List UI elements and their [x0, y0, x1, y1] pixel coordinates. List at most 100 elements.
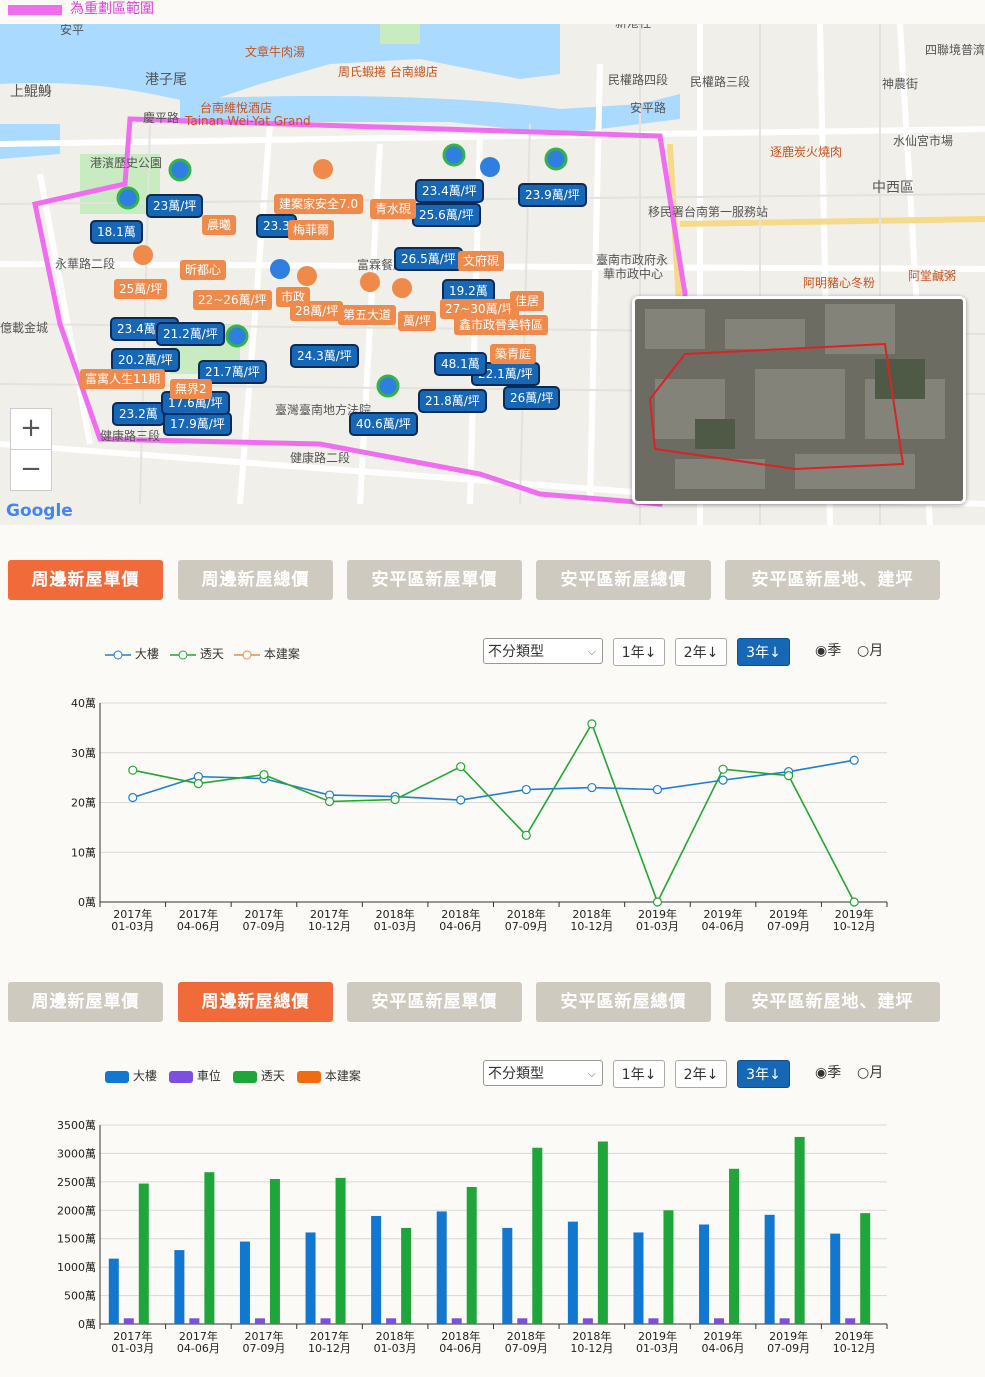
- x-tick-label: 07-09月: [242, 1342, 285, 1355]
- map-marker-price[interactable]: 21.8萬/坪: [420, 391, 485, 411]
- map-marker-price[interactable]: 26.5萬/坪: [396, 249, 461, 269]
- legend-item-this-project[interactable]: 本建案: [297, 1068, 361, 1084]
- bar-透天: [794, 1136, 805, 1324]
- tab-unit-price-anping[interactable]: 安平區新屋單價: [347, 560, 522, 600]
- svg-text:港子尾: 港子尾: [145, 72, 187, 88]
- x-tick-label: 2017年: [179, 1329, 218, 1343]
- map-marker-project[interactable]: 22~26萬/坪: [193, 290, 272, 310]
- map-marker-price[interactable]: 18.1萬: [92, 222, 141, 242]
- x-tick-label: 2018年: [572, 1329, 611, 1343]
- map-marker-project[interactable]: 第五大道: [338, 305, 397, 325]
- y-tick-label: 20萬: [71, 797, 96, 810]
- map-marker-price[interactable]: 21.2萬/坪: [158, 324, 223, 344]
- range-3y-button[interactable]: 3年↓: [737, 638, 790, 666]
- data-point: [128, 792, 138, 803]
- radio-month[interactable]: ○月: [857, 1062, 883, 1082]
- legend-item-this-project[interactable]: 本建案: [234, 646, 300, 662]
- map-legend: 為重劃區範圍: [0, 0, 985, 24]
- svg-text:周氏蝦捲 台南總店: 周氏蝦捲 台南總店: [338, 64, 438, 79]
- map-marker-price[interactable]: 20.2萬/坪: [113, 350, 178, 370]
- bar-車位: [779, 1318, 790, 1324]
- x-tick-label: 2017年: [179, 907, 218, 921]
- map-marker-project[interactable]: 25萬/坪: [114, 279, 168, 299]
- map-marker-price[interactable]: 23.2萬: [114, 404, 163, 424]
- map-marker-project[interactable]: 昕都心: [180, 260, 227, 280]
- zoom-in-button[interactable]: +: [10, 408, 52, 450]
- range-1y-button[interactable]: 1年↓: [613, 638, 665, 666]
- map-marker-price[interactable]: 24.3萬/坪: [292, 346, 357, 366]
- tab-unit-price-anping[interactable]: 安平區新屋單價: [347, 982, 522, 1022]
- y-tick-label: 1500萬: [57, 1233, 96, 1246]
- legend-label: 大樓: [132, 1069, 157, 1083]
- data-point: [193, 778, 203, 789]
- tab-total-price-nearby[interactable]: 周邊新屋總價: [178, 560, 333, 600]
- svg-text:逐鹿炭火燒肉: 逐鹿炭火燒肉: [770, 144, 842, 159]
- zoom-out-button[interactable]: −: [10, 449, 52, 491]
- tab-area-anping[interactable]: 安平區新屋地、建坪: [725, 560, 940, 600]
- map-marker-price[interactable]: 19.2萬: [444, 281, 493, 301]
- x-tick-label: 10-12月: [833, 920, 876, 933]
- svg-text:文章牛肉湯: 文章牛肉湯: [245, 44, 305, 59]
- map-marker-price[interactable]: 26萬/坪: [505, 388, 559, 408]
- map-marker-project[interactable]: 築青庭: [490, 344, 537, 364]
- map-area[interactable]: 安平 港子尾 上鯤鯓 文章牛肉湯 周氏蝦捲 台南總店 台南維悅酒店 Tainan…: [0, 24, 985, 525]
- y-tick-label: 30萬: [71, 747, 96, 760]
- tab-total-price-anping[interactable]: 安平區新屋總價: [536, 982, 711, 1022]
- map-marker-price[interactable]: 23.4萬/坪: [417, 181, 482, 201]
- legend-item-tower[interactable]: 大樓: [105, 646, 159, 662]
- type-select[interactable]: 不分類型 ⌵: [483, 1060, 603, 1086]
- svg-text:港濱歷史公園: 港濱歷史公園: [90, 156, 162, 170]
- bar-車位: [254, 1318, 265, 1324]
- map-marker-price[interactable]: 25.6萬/坪: [414, 205, 479, 225]
- data-point: [128, 765, 138, 775]
- legend-item-parking[interactable]: 車位: [169, 1068, 221, 1084]
- map-marker-price[interactable]: 48.1萬: [436, 354, 485, 374]
- range-3y-button[interactable]: 3年↓: [737, 1060, 790, 1088]
- bar-透天: [663, 1210, 674, 1324]
- x-tick-label: 10-12月: [308, 1342, 351, 1355]
- range-2y-button[interactable]: 2年↓: [675, 638, 727, 666]
- range-2y-button[interactable]: 2年↓: [675, 1060, 727, 1088]
- legend-item-townhouse[interactable]: 透天: [233, 1068, 285, 1084]
- data-point: [456, 762, 466, 772]
- range-1y-button[interactable]: 1年↓: [613, 1060, 665, 1088]
- tab-unit-price-nearby[interactable]: 周邊新屋單價: [8, 560, 163, 600]
- x-tick-label: 01-03月: [111, 920, 154, 933]
- map-marker-project[interactable]: 28萬/坪: [290, 301, 344, 321]
- x-tick-label: 2018年: [441, 907, 480, 921]
- y-tick-label: 2000萬: [57, 1204, 96, 1217]
- map-marker-project[interactable]: 建案家安全7.0: [274, 194, 364, 214]
- map-marker-price[interactable]: 23.9萬/坪: [520, 185, 585, 205]
- legend-item-townhouse[interactable]: 透天: [170, 646, 224, 662]
- y-tick-label: 40萬: [71, 697, 96, 710]
- radio-month[interactable]: ○月: [857, 640, 883, 660]
- legend-label: 車位: [196, 1069, 221, 1083]
- radio-season[interactable]: ◉季: [815, 1062, 841, 1082]
- map-marker-project[interactable]: 青水硯: [370, 199, 417, 219]
- map-marker-price[interactable]: 40.6萬/坪: [351, 414, 416, 434]
- data-point: [521, 830, 531, 840]
- svg-text:上鯤鯓: 上鯤鯓: [10, 84, 52, 100]
- type-select[interactable]: 不分類型 ⌵: [483, 638, 603, 664]
- legend-item-tower[interactable]: 大樓: [105, 1068, 157, 1084]
- svg-text:Tainan Wei-Yat Grand: Tainan Wei-Yat Grand: [184, 114, 311, 128]
- map-marker-project[interactable]: 鑫市政晉美特區: [454, 315, 549, 335]
- map-marker-project[interactable]: 梅菲爾: [288, 220, 335, 240]
- map-marker-price[interactable]: 23萬/坪: [148, 196, 202, 216]
- map-marker-project[interactable]: 富寓人生11期: [80, 369, 166, 389]
- map-marker-project[interactable]: 佳居: [510, 291, 545, 311]
- tab-unit-price-nearby[interactable]: 周邊新屋單價: [8, 982, 163, 1022]
- map-marker-price[interactable]: 17.9萬/坪: [165, 414, 230, 434]
- map-marker-project[interactable]: 萬/坪: [398, 311, 437, 331]
- radio-season[interactable]: ◉季: [815, 640, 841, 660]
- map-marker-project[interactable]: 晨曦: [202, 215, 237, 235]
- tab-total-price-anping[interactable]: 安平區新屋總價: [536, 560, 711, 600]
- x-tick-label: 2018年: [572, 907, 611, 921]
- map-marker-project[interactable]: 文府硯: [458, 251, 505, 271]
- data-point: [587, 719, 597, 729]
- map-marker-project[interactable]: 無界2: [170, 379, 212, 399]
- tab-total-price-nearby[interactable]: 周邊新屋總價: [178, 982, 333, 1022]
- tab-area-anping[interactable]: 安平區新屋地、建坪: [725, 982, 940, 1022]
- x-tick-label: 10-12月: [833, 1342, 876, 1355]
- data-point: [521, 784, 531, 795]
